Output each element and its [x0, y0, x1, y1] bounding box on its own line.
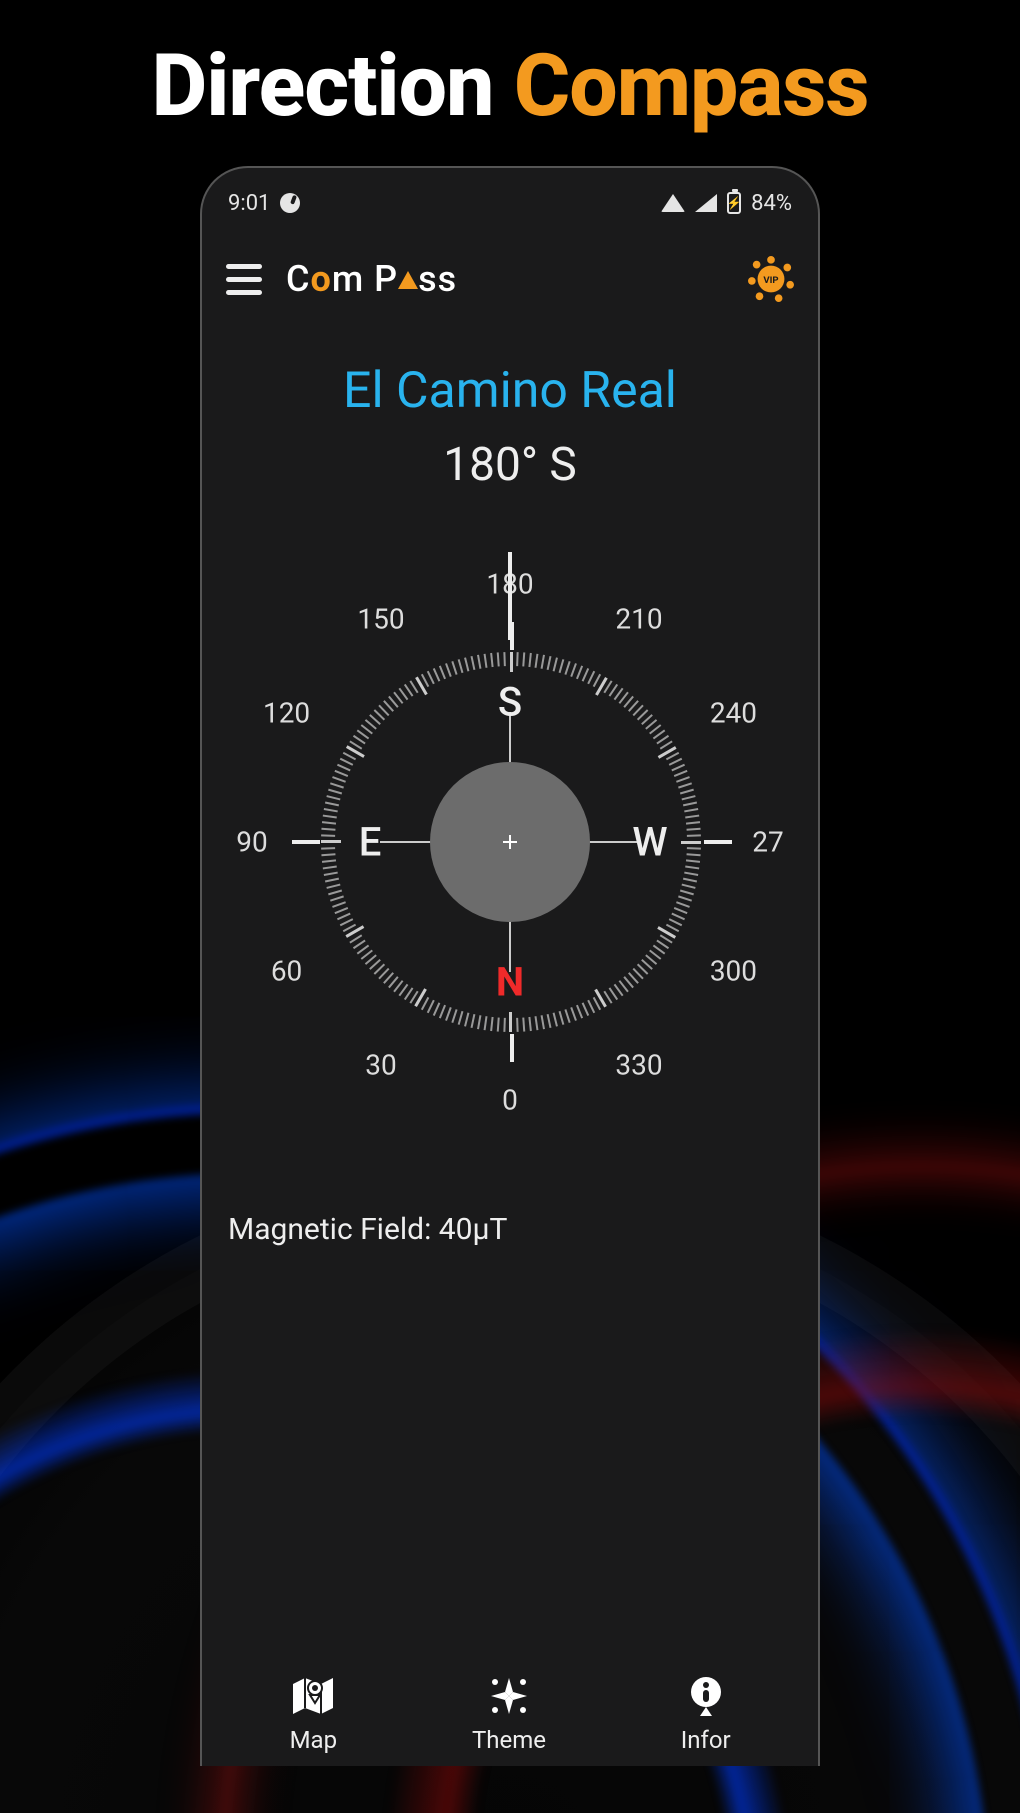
nav-map[interactable]: Map — [289, 1672, 337, 1754]
dial-label: 240 — [710, 697, 757, 730]
compass-needle — [508, 552, 512, 640]
app-header: Com Pss VIP — [222, 256, 798, 302]
svg-text:VIP: VIP — [763, 275, 778, 286]
menu-icon[interactable] — [226, 264, 266, 295]
dial-label: 0 — [502, 1084, 518, 1117]
app-title: Com Pss — [286, 258, 457, 300]
bottom-nav: Map Theme — [202, 1672, 818, 1754]
signal-icon — [695, 194, 717, 212]
dial-label: 330 — [615, 1049, 662, 1082]
heading-readout: 180° S — [222, 438, 798, 492]
cardinal-right: W — [632, 819, 667, 866]
crosshair-center — [503, 835, 517, 849]
dial-label: 210 — [615, 602, 662, 635]
cardinal-left: E — [359, 819, 382, 866]
wifi-icon — [661, 194, 685, 212]
dial-label: 60 — [271, 955, 302, 988]
map-icon — [289, 1672, 337, 1720]
dial-label: 300 — [710, 955, 757, 988]
promo-word-1: Direction — [151, 35, 493, 136]
vip-badge-icon[interactable]: VIP — [748, 256, 794, 302]
status-battery: 84% — [751, 191, 792, 216]
promo-word-2: Compass — [514, 35, 869, 136]
info-icon — [682, 1672, 730, 1720]
nav-theme[interactable]: Theme — [472, 1672, 546, 1754]
clock-icon — [280, 193, 300, 213]
promo-heading: Direction Compass — [0, 0, 1020, 136]
dial-label: 90 — [236, 826, 267, 859]
dial-label: 150 — [357, 602, 404, 635]
magnetic-field-readout: Magnetic Field: 40µT — [222, 1212, 798, 1247]
location-name: El Camino Real — [222, 362, 798, 420]
dial-label: 120 — [263, 697, 310, 730]
triangle-a-icon — [398, 271, 418, 289]
status-time: 9:01 — [228, 191, 270, 216]
dial-label: 27 — [752, 826, 783, 859]
phone-frame: 9:01 ⚡ 84% Com Pss — [200, 166, 820, 1766]
nav-map-label: Map — [290, 1726, 337, 1754]
cardinal-top: S — [498, 679, 522, 726]
battery-icon: ⚡ — [727, 192, 741, 214]
theme-icon — [485, 1672, 533, 1720]
nav-info-label: Infor — [681, 1726, 731, 1754]
status-bar: 9:01 ⚡ 84% — [222, 186, 798, 220]
nav-theme-label: Theme — [472, 1726, 546, 1754]
cardinal-bottom: N — [496, 959, 524, 1006]
dial-label: 30 — [365, 1049, 396, 1082]
nav-info[interactable]: Infor — [681, 1672, 731, 1754]
compass[interactable]: 180210240273003300306090120150 SWNE — [230, 562, 790, 1122]
